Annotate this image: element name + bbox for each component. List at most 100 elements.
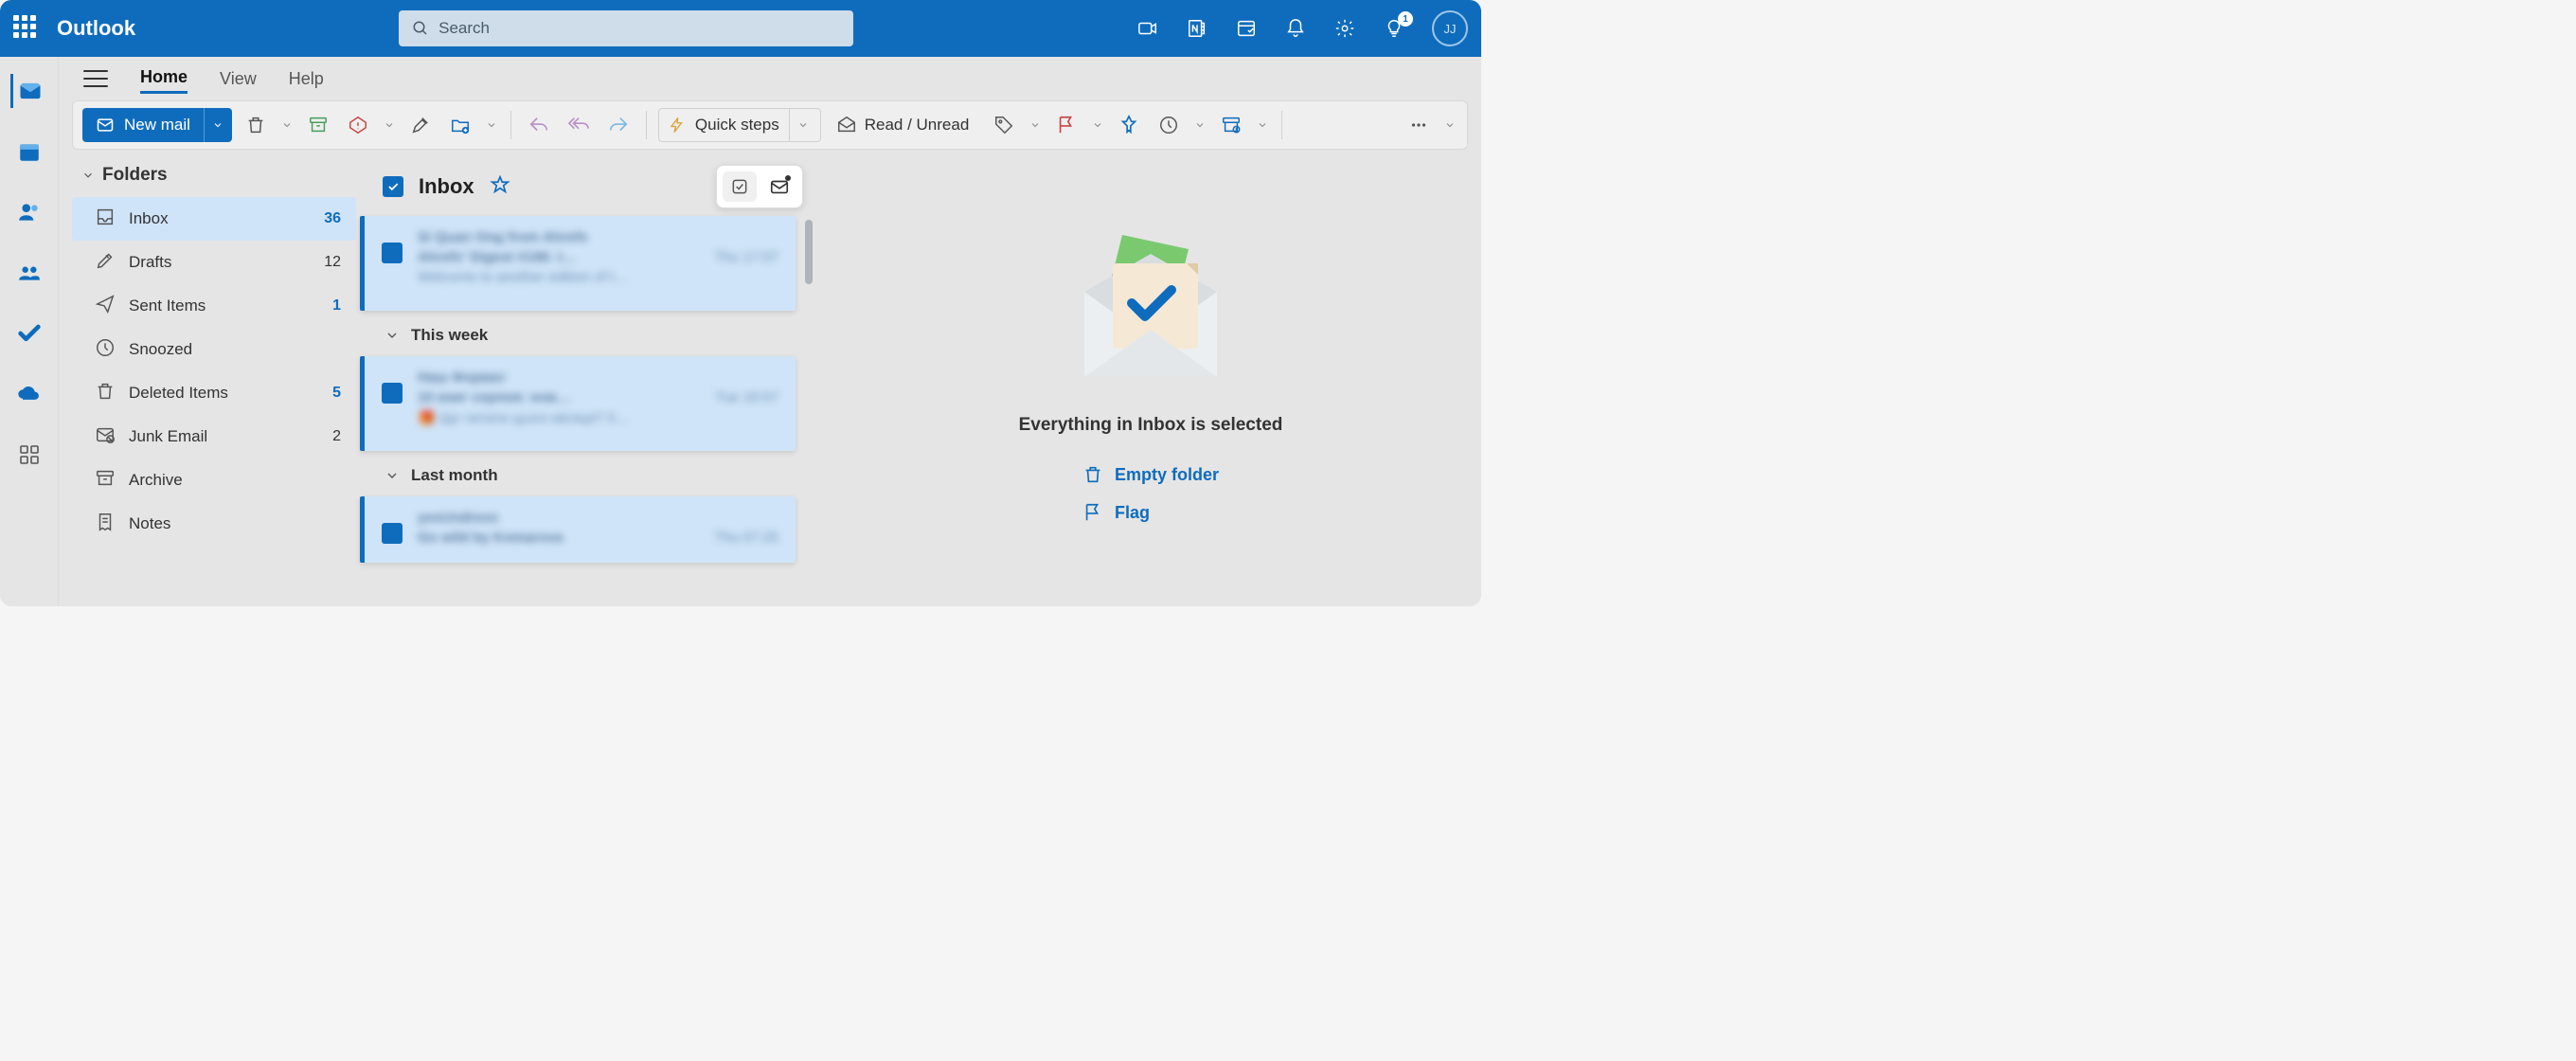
meet-now-icon[interactable] bbox=[1136, 17, 1159, 40]
flag-label: Flag bbox=[1115, 503, 1150, 523]
chevron-down-icon[interactable] bbox=[1090, 109, 1105, 141]
group-header-this-week[interactable]: This week bbox=[356, 316, 820, 354]
snooze-icon[interactable] bbox=[1153, 109, 1185, 141]
message-checkbox[interactable] bbox=[382, 383, 402, 404]
quick-steps-button[interactable]: Quick steps bbox=[658, 108, 821, 142]
message-list-title: Inbox bbox=[419, 174, 474, 199]
folder-label: Drafts bbox=[129, 253, 171, 272]
pin-icon[interactable] bbox=[1113, 109, 1145, 141]
clock-icon bbox=[95, 337, 116, 363]
delete-icon[interactable] bbox=[240, 109, 272, 141]
categorize-icon[interactable] bbox=[988, 109, 1020, 141]
folders-header-label: Folders bbox=[102, 165, 168, 186]
archive-icon[interactable] bbox=[302, 109, 334, 141]
folder-label: Inbox bbox=[129, 209, 169, 228]
flag-icon[interactable] bbox=[1050, 109, 1082, 141]
select-mode-icon[interactable] bbox=[723, 171, 757, 202]
select-all-checkbox[interactable] bbox=[383, 176, 403, 197]
folder-snoozed[interactable]: Snoozed bbox=[72, 328, 356, 371]
quick-steps-label: Quick steps bbox=[695, 116, 779, 135]
quick-steps-dropdown[interactable] bbox=[789, 109, 816, 141]
group-header-last-month[interactable]: Last month bbox=[356, 457, 820, 495]
notes-icon bbox=[95, 512, 116, 537]
message-checkbox[interactable] bbox=[382, 523, 402, 544]
reply-icon[interactable] bbox=[523, 109, 555, 141]
app-name: Outlook bbox=[57, 16, 135, 41]
trash-icon bbox=[95, 381, 116, 406]
folder-archive[interactable]: Archive bbox=[72, 459, 356, 502]
settings-icon[interactable] bbox=[1333, 17, 1356, 40]
chevron-down-icon[interactable] bbox=[1192, 109, 1208, 141]
folder-sent-items[interactable]: Sent Items 1 bbox=[72, 284, 356, 328]
folder-notes[interactable]: Notes bbox=[72, 502, 356, 546]
rail-calendar-icon[interactable] bbox=[12, 135, 46, 169]
search-input[interactable]: Search bbox=[399, 10, 853, 46]
folder-count: 36 bbox=[324, 210, 341, 227]
folder-count: 2 bbox=[332, 428, 341, 445]
tips-icon[interactable]: 1 bbox=[1383, 17, 1405, 40]
folder-deleted-items[interactable]: Deleted Items 5 bbox=[72, 371, 356, 415]
ribbon: New mail Quick steps bbox=[72, 100, 1468, 150]
rail-todo-icon[interactable] bbox=[12, 316, 46, 351]
folder-drafts[interactable]: Drafts 12 bbox=[72, 241, 356, 284]
unread-filter-icon[interactable] bbox=[762, 171, 796, 202]
selection-status: Everything in Inbox is selected bbox=[1019, 415, 1283, 436]
tab-help[interactable]: Help bbox=[289, 65, 324, 93]
left-rail bbox=[0, 57, 59, 606]
message-list-header: Inbox bbox=[356, 159, 820, 214]
tips-badge: 1 bbox=[1398, 11, 1413, 27]
tab-view[interactable]: View bbox=[220, 65, 257, 93]
folder-label: Archive bbox=[129, 471, 183, 490]
folder-label: Notes bbox=[129, 514, 170, 533]
mail-icon bbox=[96, 116, 115, 135]
rail-onedrive-icon[interactable] bbox=[12, 377, 46, 411]
empty-folder-button[interactable]: Empty folder bbox=[1082, 464, 1219, 485]
message-item[interactable]: yesUndress Go wild by KomarovaThu 07:25 bbox=[360, 496, 796, 563]
sent-icon bbox=[95, 294, 116, 319]
titlebar-actions: 1 JJ bbox=[1136, 10, 1468, 46]
new-mail-button[interactable]: New mail bbox=[82, 108, 232, 142]
folders-header[interactable]: Folders bbox=[72, 159, 356, 191]
rail-more-apps-icon[interactable] bbox=[12, 438, 46, 472]
move-to-icon[interactable] bbox=[444, 109, 476, 141]
rail-mail-icon[interactable] bbox=[10, 74, 45, 108]
hamburger-icon[interactable] bbox=[83, 70, 108, 87]
folder-junk-email[interactable]: Junk Email 2 bbox=[72, 415, 356, 459]
chevron-down-icon bbox=[385, 468, 400, 483]
flag-button[interactable]: Flag bbox=[1082, 502, 1150, 523]
message-checkbox[interactable] bbox=[382, 243, 402, 263]
junk-icon bbox=[95, 424, 116, 450]
report-icon[interactable] bbox=[342, 109, 374, 141]
group-label: Last month bbox=[411, 466, 498, 485]
folder-inbox[interactable]: Inbox 36 bbox=[72, 197, 356, 241]
read-unread-button[interactable]: Read / Unread bbox=[836, 115, 970, 135]
rail-groups-icon[interactable] bbox=[12, 256, 46, 290]
search-icon bbox=[412, 20, 429, 37]
rules-icon[interactable] bbox=[1215, 109, 1247, 141]
avatar[interactable]: JJ bbox=[1432, 10, 1468, 46]
message-item[interactable]: Наш Формат 10 книг серпня: нов…Tue 16:57… bbox=[360, 356, 796, 451]
new-mail-dropdown[interactable] bbox=[204, 108, 232, 142]
tabs-row: Home View Help bbox=[59, 57, 1481, 100]
tab-home[interactable]: Home bbox=[140, 63, 188, 94]
scrollbar[interactable] bbox=[805, 220, 813, 284]
message-item[interactable]: Si Quan Ong from Ahrefs Ahrefs' Digest #… bbox=[360, 216, 796, 311]
more-options-icon[interactable] bbox=[1403, 109, 1435, 141]
folder-label: Junk Email bbox=[129, 427, 207, 446]
chevron-down-icon[interactable] bbox=[279, 109, 295, 141]
favorite-star-icon[interactable] bbox=[490, 174, 510, 200]
chevron-down-icon[interactable] bbox=[1255, 109, 1270, 141]
chevron-down-icon[interactable] bbox=[382, 109, 397, 141]
notifications-icon[interactable] bbox=[1284, 17, 1307, 40]
app-launcher-icon[interactable] bbox=[13, 15, 40, 42]
onenote-icon[interactable] bbox=[1186, 17, 1208, 40]
reply-all-icon[interactable] bbox=[563, 109, 595, 141]
my-day-icon[interactable] bbox=[1235, 17, 1258, 40]
folder-count: 1 bbox=[332, 297, 341, 315]
ribbon-expand-icon[interactable] bbox=[1442, 109, 1458, 141]
rail-people-icon[interactable] bbox=[12, 195, 46, 229]
sweep-icon[interactable] bbox=[404, 109, 437, 141]
forward-icon[interactable] bbox=[602, 109, 635, 141]
chevron-down-icon[interactable] bbox=[484, 109, 499, 141]
chevron-down-icon[interactable] bbox=[1028, 109, 1043, 141]
